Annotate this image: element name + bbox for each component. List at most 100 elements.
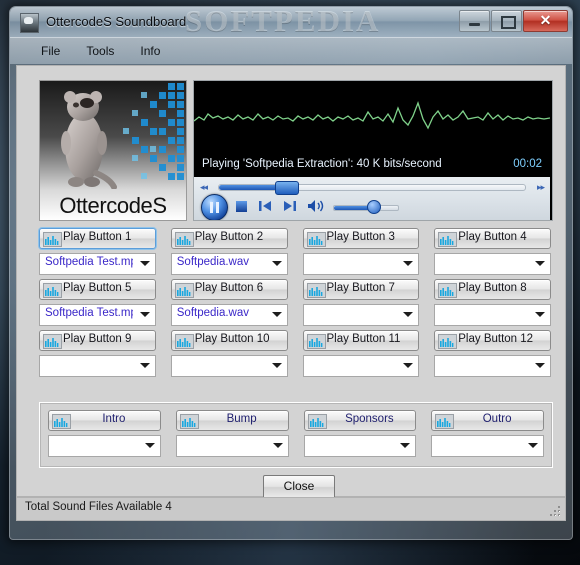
- player-controls: ◂◂ ▸▸: [194, 177, 550, 220]
- play-button-12[interactable]: Play Button 12: [434, 330, 551, 351]
- pad-cell: Play Button 6 Softpedia.wav: [170, 279, 288, 326]
- waveform-icon: [306, 283, 326, 298]
- maximize-button[interactable]: [491, 10, 522, 32]
- application-window: SOFTPEDIA OttercodeS Soundboard File Too…: [9, 6, 573, 540]
- segment-cells: Intro Bump Sponsors Outro: [48, 410, 544, 457]
- chevron-down-icon: [403, 312, 414, 317]
- play-button-3[interactable]: Play Button 3: [302, 228, 420, 249]
- chevron-down-icon: [144, 443, 155, 448]
- chevron-down-icon: [139, 261, 150, 266]
- pad-cell: Play Button 5 Softpedia Test.mp3: [39, 279, 156, 326]
- waveform-icon: [438, 232, 458, 247]
- waveform-icon: [43, 232, 62, 247]
- play-button-2[interactable]: Play Button 2: [170, 228, 288, 249]
- rewind-icon[interactable]: ◂◂: [200, 182, 208, 193]
- segment-button-bump[interactable]: Bump: [175, 410, 289, 431]
- sound-select-value: Softpedia Test.mp3: [45, 256, 133, 268]
- chevron-down-icon: [535, 363, 545, 368]
- segment-select-sponsors[interactable]: [303, 435, 417, 457]
- sound-select-7[interactable]: [302, 304, 420, 326]
- menu-item-file[interactable]: File: [30, 42, 71, 64]
- segment-button-label: Intro: [102, 413, 126, 425]
- fast-forward-icon[interactable]: ▸▸: [537, 182, 545, 193]
- status-text: Total Sound Files Available 4: [25, 501, 172, 513]
- seek-slider[interactable]: [218, 181, 526, 195]
- previous-track-button[interactable]: [258, 199, 273, 213]
- media-player: Playing 'Softpedia Extraction': 40 K bit…: [193, 80, 553, 221]
- play-button-10[interactable]: Play Button 10: [170, 330, 288, 351]
- segment-button-label: Sponsors: [345, 413, 394, 425]
- sound-select-2[interactable]: Softpedia.wav: [170, 253, 288, 275]
- sound-select-9[interactable]: [39, 355, 156, 377]
- sound-select-8[interactable]: [434, 304, 551, 326]
- menu-bar: File Tools Info: [10, 38, 572, 64]
- sound-select-value: Softpedia.wav: [176, 256, 249, 268]
- pad-row: Play Button 9 Play Button 10 Play Button…: [39, 330, 551, 377]
- sound-select-value: Softpedia Test.mp3: [45, 307, 133, 319]
- pad-cell: Play Button 11: [302, 330, 420, 377]
- chevron-down-icon: [272, 443, 283, 448]
- chevron-down-icon: [400, 443, 411, 448]
- play-button-label: Play Button 3: [326, 231, 395, 243]
- transport-buttons: [194, 193, 550, 220]
- logo-wordmark: OttercodeS: [59, 193, 167, 218]
- now-playing-status: Playing 'Softpedia Extraction': 40 K bit…: [202, 158, 442, 170]
- play-button-label: Play Button 1: [63, 231, 132, 243]
- sound-select-10[interactable]: [170, 355, 288, 377]
- close-window-button[interactable]: [523, 10, 568, 32]
- volume-slider[interactable]: [333, 205, 399, 211]
- segment-button-intro[interactable]: Intro: [48, 410, 161, 431]
- close-button[interactable]: Close: [263, 475, 335, 499]
- sound-select-12[interactable]: [434, 355, 551, 377]
- play-button-7[interactable]: Play Button 7: [302, 279, 420, 300]
- sound-select-6[interactable]: Softpedia.wav: [170, 304, 288, 326]
- play-button-5[interactable]: Play Button 5: [39, 279, 156, 300]
- title-bar[interactable]: SOFTPEDIA OttercodeS Soundboard: [10, 7, 572, 38]
- sound-select-5[interactable]: Softpedia Test.mp3: [39, 304, 156, 326]
- sound-select-value: Softpedia.wav: [176, 307, 249, 319]
- play-button-label: Play Button 11: [326, 333, 401, 345]
- chevron-down-icon: [271, 261, 282, 266]
- play-button-4[interactable]: Play Button 4: [434, 228, 551, 249]
- volume-icon[interactable]: [307, 199, 325, 213]
- app-icon: [20, 13, 39, 33]
- pause-button[interactable]: [201, 194, 228, 220]
- stop-button[interactable]: [236, 201, 247, 212]
- pad-cell: Play Button 4: [434, 228, 551, 275]
- now-playing-bar: Playing 'Softpedia Extraction': 40 K bit…: [194, 155, 550, 177]
- play-button-1[interactable]: Play Button 1: [39, 228, 156, 249]
- play-button-9[interactable]: Play Button 9: [39, 330, 156, 351]
- sound-select-11[interactable]: [302, 355, 420, 377]
- play-button-8[interactable]: Play Button 8: [434, 279, 551, 300]
- window-title: OttercodeS Soundboard: [46, 14, 187, 29]
- segment-select-outro[interactable]: [431, 435, 544, 457]
- chevron-down-icon: [535, 261, 545, 266]
- waveform-icon: [174, 334, 194, 349]
- next-track-button[interactable]: [282, 199, 297, 213]
- sound-select-4[interactable]: [434, 253, 551, 275]
- play-button-11[interactable]: Play Button 11: [302, 330, 420, 351]
- sound-select-1[interactable]: Softpedia Test.mp3: [39, 253, 156, 275]
- play-button-label: Play Button 2: [194, 231, 264, 243]
- segment-button-label: Bump: [226, 413, 257, 425]
- waveform-icon: [438, 334, 458, 349]
- play-button-label: Play Button 6: [194, 282, 264, 294]
- resize-grip[interactable]: [549, 505, 562, 518]
- waveform-icon: [52, 414, 71, 429]
- segment-row: Intro Bump Sponsors Outro: [48, 410, 544, 461]
- segment-select-bump[interactable]: [175, 435, 289, 457]
- menu-item-tools[interactable]: Tools: [75, 42, 125, 64]
- segment-button-outro[interactable]: Outro: [431, 410, 544, 431]
- waveform-icon: [435, 414, 455, 429]
- volume-thumb[interactable]: [366, 200, 381, 214]
- elapsed-time: 00:02: [513, 158, 542, 170]
- waveform-icon: [438, 283, 458, 298]
- minimize-button[interactable]: [459, 10, 490, 32]
- menu-item-info[interactable]: Info: [129, 42, 171, 64]
- play-button-6[interactable]: Play Button 6: [170, 279, 288, 300]
- segment-button-sponsors[interactable]: Sponsors: [303, 410, 417, 431]
- segment-select-intro[interactable]: [48, 435, 161, 457]
- sound-select-3[interactable]: [302, 253, 420, 275]
- segment-button-label: Outro: [482, 413, 512, 425]
- chevron-down-icon: [271, 312, 282, 317]
